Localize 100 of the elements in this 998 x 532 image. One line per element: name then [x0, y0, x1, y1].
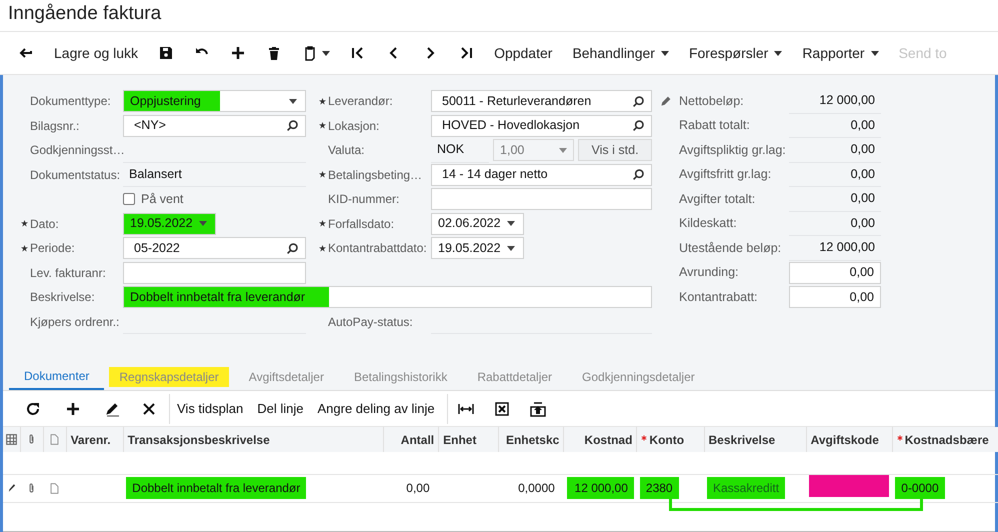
caret-icon	[199, 221, 207, 226]
checkbox[interactable]: På vent	[123, 190, 184, 209]
date-field[interactable]: 19.05.2022	[431, 237, 524, 260]
amount-value: 12 000,00	[819, 92, 875, 110]
column-header[interactable]: Kostnad	[584, 432, 632, 446]
field-label: Rabatt totalt:	[679, 117, 751, 134]
column-header[interactable]: Konto	[649, 432, 684, 446]
input-field[interactable]: Dobbelt innbetalt fra leverandør	[123, 286, 652, 308]
lookup-field[interactable]: <NY>	[123, 114, 306, 137]
amount-field[interactable]: 0,00	[789, 262, 881, 284]
page-title: Inngående faktura	[7, 2, 162, 26]
field-value: 02.06.2022	[437, 215, 502, 232]
add-icon[interactable]	[230, 45, 246, 61]
save-icon[interactable]	[158, 45, 174, 61]
field-value: 19.05.2022	[437, 240, 502, 257]
field-label: Dato:	[30, 216, 59, 233]
field-label: Forfallsdato:	[328, 216, 394, 233]
field-value: HOVED - Hovedlokasjon	[441, 117, 581, 134]
document-icon	[49, 434, 60, 445]
input-field[interactable]	[431, 188, 652, 210]
amount-field[interactable]: 0,00	[789, 286, 881, 308]
field-label: Dokumentstatus:	[30, 166, 120, 184]
field-label: Kjøpers ordrenr.:	[30, 314, 120, 331]
date-field[interactable]: 19.05.2022	[123, 212, 216, 235]
field-label: KID-nummer:	[328, 191, 400, 208]
select-field[interactable]: Oppjustering	[123, 90, 306, 112]
pencil-icon	[659, 94, 672, 108]
field-label: Utestående beløp:	[679, 240, 782, 257]
lookup-field[interactable]: 14 - 14 dager netto	[431, 164, 652, 186]
grid-icon	[6, 434, 17, 445]
field-label: Leverandør:	[328, 93, 393, 110]
column-header[interactable]: Kostnadsbære	[904, 432, 989, 446]
excel-icon[interactable]	[494, 400, 510, 416]
currency-value: NOK	[431, 138, 490, 162]
column-header[interactable]: Avgiftskode	[810, 432, 879, 446]
add-icon[interactable]	[65, 400, 81, 416]
field-label: Avgiftsfritt gr.lag:	[679, 166, 772, 184]
field-value: 19.05.2022	[129, 215, 194, 232]
column-header[interactable]: Enhet	[443, 432, 476, 446]
amount-value: 0,00	[850, 214, 875, 232]
toolbar-button[interactable]: Lagre og lukk	[44, 38, 148, 68]
field-label: Betalingsbeting…	[328, 166, 422, 184]
search-icon	[632, 119, 645, 132]
field-label: Periode:	[30, 240, 75, 258]
caret-icon	[870, 50, 879, 56]
toolbar-button[interactable]: Angre deling av linje	[310, 394, 448, 424]
field-label: Lokasjon:	[328, 118, 380, 135]
rate-select[interactable]: 1,00	[493, 139, 574, 162]
field-label: Nettobeløp:	[679, 92, 745, 110]
caret-icon	[289, 98, 297, 104]
caret-icon	[507, 246, 515, 251]
table-cell: 0-0000	[895, 477, 945, 499]
table-cell: 2380	[640, 477, 679, 499]
toolbar-button[interactable]: Oppdater	[484, 38, 562, 68]
caret-icon	[507, 221, 515, 226]
table-cell: 12 000,00	[566, 477, 634, 499]
field-label: AutoPay-status:	[328, 314, 413, 331]
upload-icon[interactable]	[530, 400, 546, 416]
field-value: 14 - 14 dager netto	[441, 166, 549, 184]
column-header[interactable]: Varenr.	[70, 432, 111, 446]
toolbar-button[interactable]: Del linje	[250, 394, 310, 424]
menu-button[interactable]: Behandlinger	[562, 38, 679, 68]
column-header[interactable]: Enhetskc	[506, 432, 560, 446]
edit-icon[interactable]	[105, 400, 121, 416]
field-label: Kontantrabattdato:	[328, 240, 427, 258]
field-label: Dokumenttype:	[30, 93, 111, 110]
show-default-button[interactable]: Vis i std.	[578, 139, 652, 162]
caret-icon	[774, 50, 782, 56]
lookup-field[interactable]: 05-2022	[123, 237, 306, 260]
field-value: Dobbelt innbetalt fra leverandør	[124, 287, 330, 308]
toolbar-button[interactable]: Vis tidsplan	[170, 394, 250, 424]
amount-value: 12 000,00	[819, 239, 875, 256]
amount-value: 0,00	[850, 190, 875, 208]
field-value: Oppjustering	[124, 91, 220, 112]
input-field[interactable]	[123, 262, 306, 284]
search-icon	[286, 119, 299, 132]
field-label: Lev. fakturanr:	[30, 264, 106, 282]
field-label: Avgifter totalt:	[679, 190, 756, 208]
column-header[interactable]: Antall	[400, 432, 434, 446]
menu-button[interactable]: Rapporter	[792, 38, 889, 68]
field-label: Beskrivelse:	[30, 289, 95, 306]
field-value: 50011 - Returleverandøren	[441, 92, 592, 110]
refresh-icon[interactable]	[25, 400, 41, 416]
amount-value: 0,00	[850, 141, 875, 158]
close-icon[interactable]	[141, 400, 157, 416]
field-label: Avgiftspliktig gr.lag:	[679, 142, 787, 159]
caret-icon	[322, 50, 330, 56]
field-label: Kontantrabatt:	[679, 288, 759, 306]
table-cell-text: 0,00	[405, 480, 431, 497]
menu-button[interactable]: Forespørsler	[678, 38, 792, 68]
caret-icon	[559, 148, 568, 153]
date-field[interactable]: 02.06.2022	[431, 212, 524, 235]
document-icon	[49, 482, 60, 494]
column-header[interactable]: Transaksjonsbeskrivelse	[128, 432, 270, 446]
field-label: Avrunding:	[679, 264, 740, 282]
field-label: Valuta:	[328, 142, 364, 160]
table-cell: Dobbelt innbetalt fra leverandør	[126, 477, 306, 499]
lookup-field[interactable]: HOVED - Hovedlokasjon	[431, 114, 652, 137]
column-header[interactable]: Beskrivelse	[708, 432, 776, 446]
lookup-field[interactable]: 50011 - Returleverandøren	[431, 90, 652, 112]
